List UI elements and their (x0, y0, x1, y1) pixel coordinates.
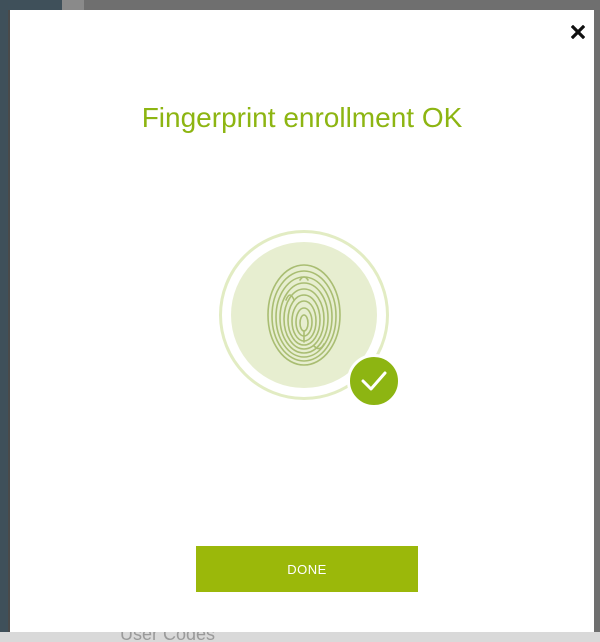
close-button[interactable] (564, 16, 592, 48)
background-content (0, 632, 600, 642)
enrollment-status-graphic (219, 230, 401, 410)
checkmark-icon (361, 371, 387, 391)
close-icon (571, 25, 585, 39)
fingerprint-icon (267, 264, 341, 366)
dialog-title: Fingerprint enrollment OK (141, 102, 463, 133)
done-button[interactable]: DONE (196, 546, 418, 592)
success-badge (347, 354, 401, 408)
enrollment-dialog: Fingerprint enrollment OK DONE (8, 10, 594, 632)
